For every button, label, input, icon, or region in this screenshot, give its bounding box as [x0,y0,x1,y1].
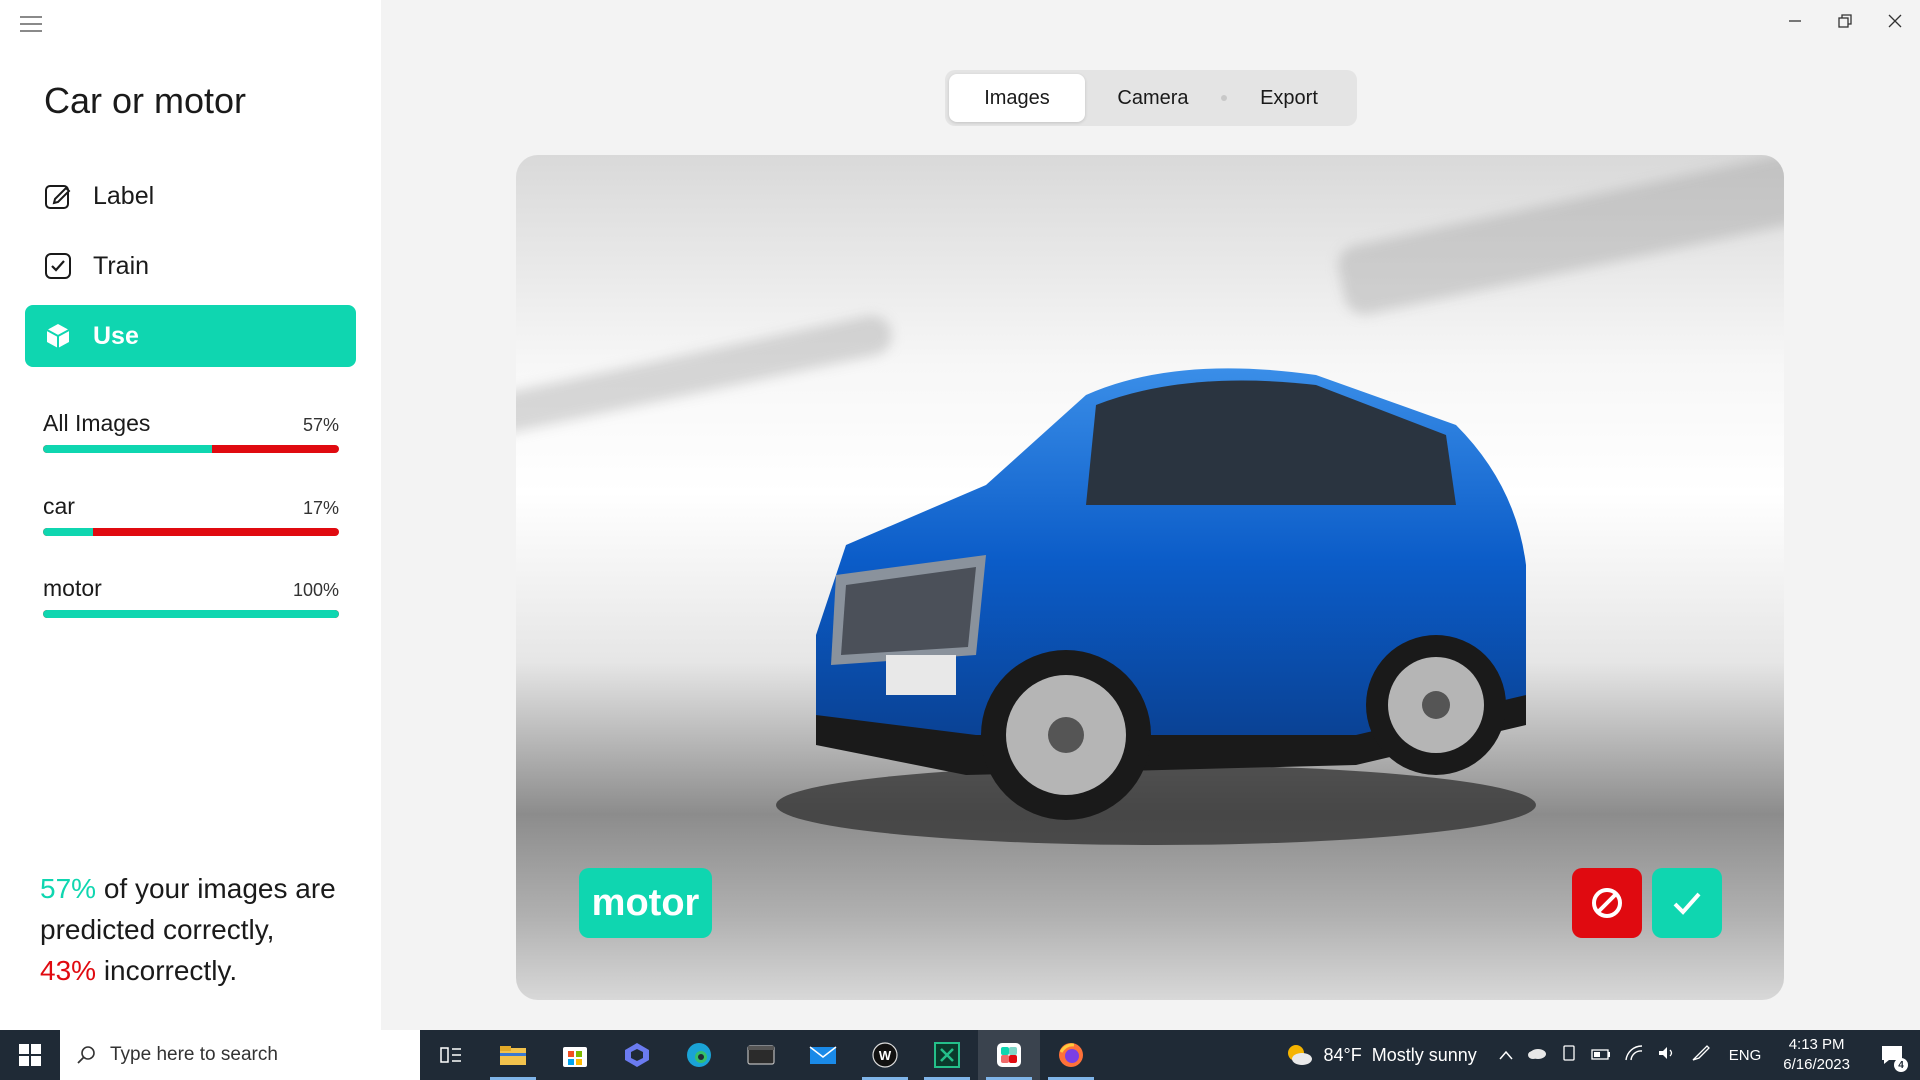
sidebar: Car or motor Label Train Use All Images … [0,0,381,1030]
task-view-icon[interactable] [420,1030,482,1080]
stat-percent: 17% [302,498,339,518]
incorrect-text: incorrectly. [96,955,238,986]
reject-button[interactable] [1572,868,1642,938]
chevron-up-icon[interactable] [1499,1047,1513,1064]
background-streak [1334,155,1784,319]
hamburger-menu-icon[interactable] [20,16,42,32]
svg-text:W: W [879,1048,892,1063]
minimize-icon[interactable] [1770,0,1820,42]
w-app-icon[interactable]: W [854,1030,916,1080]
excel-like-app-icon[interactable] [916,1030,978,1080]
stat-name: car [43,493,75,519]
clock[interactable]: 4:13 PM 6/16/2023 [1783,1035,1850,1075]
file-explorer-icon[interactable] [482,1030,544,1080]
weather-desc: Mostly sunny [1371,1044,1477,1065]
firefox-icon[interactable] [1040,1030,1102,1080]
nav-label: Use [93,321,139,350]
search-placeholder: Type here to search [110,1044,278,1065]
window-controls [1770,0,1920,42]
notification-count: 4 [1894,1058,1908,1072]
battery-icon[interactable] [1591,1047,1611,1064]
nav-label: Label [93,181,155,210]
copilot-icon[interactable] [606,1030,668,1080]
tab-export[interactable]: Export [1227,74,1351,122]
accuracy-bar [43,445,339,453]
cube-icon [43,321,73,351]
pencil-icon [43,181,73,211]
device-icon[interactable] [1561,1045,1577,1065]
restore-icon[interactable] [1820,0,1870,42]
stat-car[interactable]: car 17% [43,493,339,536]
nav-item-train[interactable]: Train [25,235,356,297]
stat-all-images[interactable]: All Images 57% [43,410,339,453]
accuracy-bar-fill [43,610,339,618]
clock-time: 4:13 PM [1788,1036,1845,1053]
prediction-label: motor [579,868,712,938]
incorrect-percent: 43% [40,955,97,986]
terminal-icon[interactable] [730,1030,792,1080]
tab-images[interactable]: Images [949,74,1085,122]
taskbar-search[interactable]: Type here to search [60,1030,420,1080]
car-image [776,368,1536,845]
partly-sunny-icon [1288,1045,1313,1065]
accuracy-summary: 57% of your images are predicted correct… [40,868,360,991]
volume-icon[interactable] [1657,1045,1677,1065]
accuracy-bar [43,528,339,536]
pen-icon[interactable] [1691,1044,1711,1066]
tab-camera[interactable]: Camera [1085,74,1221,122]
stat-name: motor [43,575,102,601]
checkmark-icon [1673,892,1701,915]
nav-label: Train [93,251,150,280]
notification-center-icon[interactable]: 4 [1872,1030,1912,1080]
onedrive-icon[interactable] [1527,1046,1547,1064]
accuracy-bar-fill [43,445,212,453]
checkbox-icon [43,251,73,281]
accuracy-bar-fill [43,528,94,536]
weather-widget[interactable]: 84°F Mostly sunny [1285,1043,1477,1067]
nav-item-use[interactable]: Use [25,305,356,367]
windows-start-icon[interactable] [0,1030,60,1080]
accept-button[interactable] [1652,868,1722,938]
nav-item-label[interactable]: Label [25,165,356,227]
stat-motor[interactable]: motor 100% [43,575,339,618]
system-tray: 84°F Mostly sunny ENG 4:13 PM 6/16/2023 … [1285,1030,1920,1080]
lobe-app-icon[interactable] [978,1030,1040,1080]
correct-percent: 57% [40,873,97,904]
microsoft-store-icon[interactable] [544,1030,606,1080]
stat-percent: 100% [292,580,339,600]
weather-temp: 84°F [1323,1044,1362,1065]
taskbar: Type here to search W 84°F Mostly sunny [0,1030,1920,1080]
language-indicator[interactable]: ENG [1729,1047,1762,1064]
wifi-icon[interactable] [1625,1045,1643,1065]
edge-browser-icon[interactable] [668,1030,730,1080]
mail-icon[interactable] [792,1030,854,1080]
view-tabs: Images Camera Export [945,70,1357,126]
search-icon [77,1046,95,1064]
prohibited-icon [1592,888,1622,918]
clock-date: 6/16/2023 [1783,1056,1850,1073]
app-title: Car or motor [44,80,247,121]
accuracy-bar [43,610,339,618]
close-icon[interactable] [1870,0,1920,42]
stat-name: All Images [43,410,151,436]
stat-percent: 57% [302,415,339,435]
